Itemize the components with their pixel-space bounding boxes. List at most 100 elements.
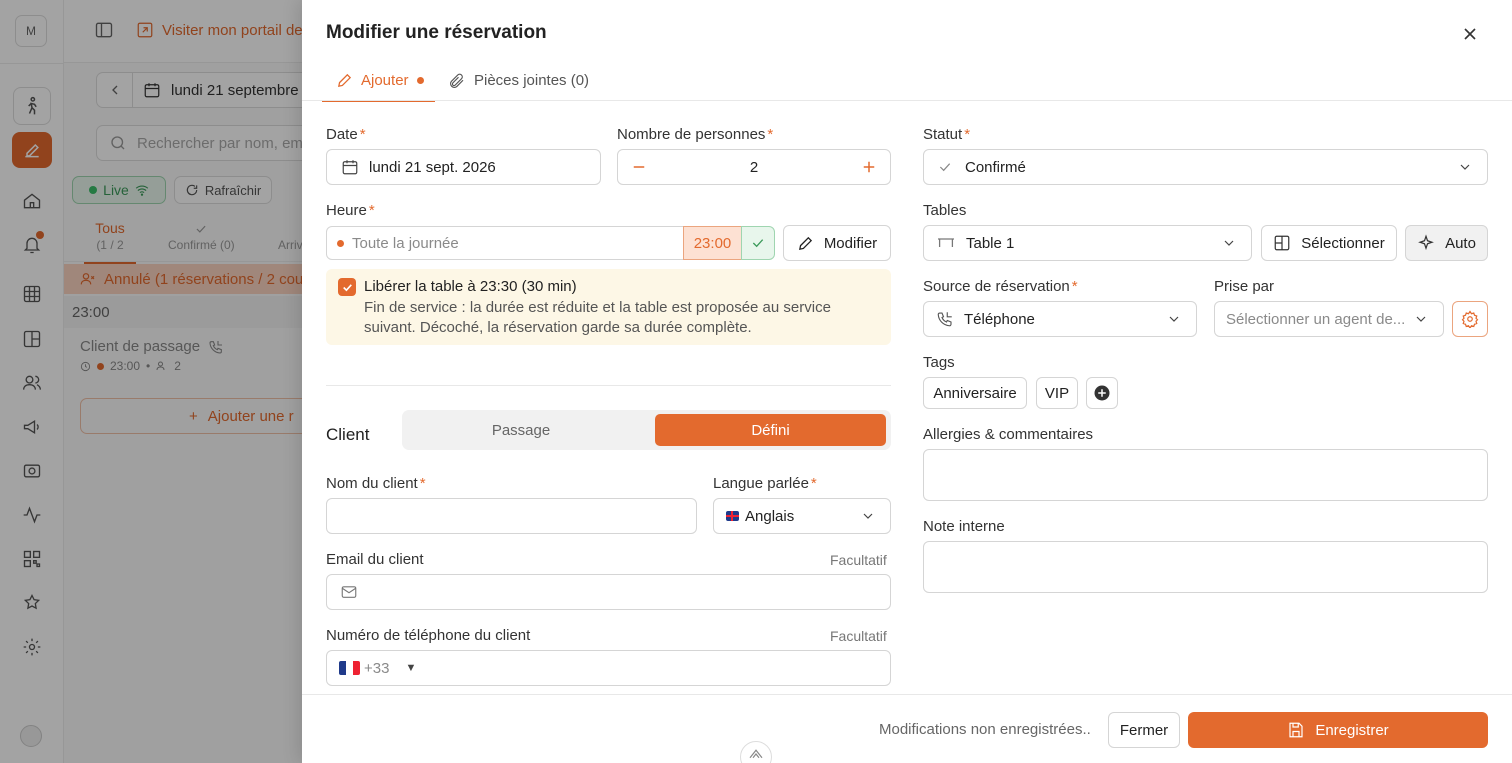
plus-circle-icon (1094, 385, 1110, 401)
client-name-input[interactable] (326, 498, 697, 534)
chevron-down-icon (1416, 316, 1426, 322)
all-day-label: Toute la journée (352, 234, 459, 252)
pencil-icon (798, 236, 812, 250)
source-select[interactable]: Téléphone (923, 301, 1197, 337)
phone-field[interactable]: +33 ▼ (326, 650, 891, 686)
agent-select[interactable]: Sélectionner un agent de... (1214, 301, 1444, 337)
date-value: lundi 21 sept. 2026 (369, 158, 496, 176)
tab-add-label: Ajouter (361, 72, 409, 89)
tag-anniversaire[interactable]: Anniversaire (923, 377, 1027, 409)
layout-grid-icon (1274, 235, 1290, 251)
check-icon (752, 239, 764, 248)
check-icon (939, 163, 951, 172)
chevron-down-icon (1169, 316, 1179, 322)
agent-settings-button[interactable] (1452, 301, 1488, 337)
status-label: Statut * (923, 126, 971, 143)
modify-label: Modifier (823, 234, 878, 252)
save-icon (1289, 722, 1303, 738)
quantity-stepper: 2 (617, 149, 891, 185)
unsaved-dot (416, 77, 424, 84)
save-label: Enregistrer (1315, 721, 1389, 739)
email-label: Email du client (326, 551, 424, 568)
phone-optional-hint: Facultatif (830, 628, 887, 644)
tab-attachments[interactable]: Pièces jointes (0) (448, 60, 589, 101)
uk-flag-icon (726, 511, 739, 521)
modify-time-button[interactable]: Modifier (783, 225, 891, 261)
client-name-label: Nom du client * (326, 475, 426, 492)
chevron-down-icon (1460, 164, 1470, 170)
release-table-description: Fin de service : la durée est réduite et… (364, 299, 831, 336)
close-icon (1464, 28, 1476, 40)
mail-icon (341, 586, 357, 598)
email-optional-hint: Facultatif (830, 552, 887, 568)
hour-label: Heure * (326, 202, 375, 219)
scroll-handle[interactable] (740, 741, 772, 763)
language-value: Anglais (745, 507, 795, 525)
tags-label: Tags (923, 354, 955, 371)
close-dialog-button[interactable] (1460, 24, 1480, 44)
table-icon (938, 238, 954, 247)
time-chip[interactable]: 23:00 (683, 226, 742, 260)
date-label: Date * (326, 126, 366, 143)
plus-icon (863, 161, 875, 173)
chevrons-up-icon (749, 749, 763, 759)
status-select[interactable]: Confirmé (923, 149, 1488, 185)
table-select[interactable]: Table 1 (923, 225, 1252, 261)
tab-attachments-label: Pièces jointes (0) (474, 72, 590, 89)
close-button[interactable]: Fermer (1108, 712, 1180, 748)
internal-note-label: Note interne (923, 518, 1005, 535)
select-tables-label: Sélectionner (1301, 234, 1385, 252)
paperclip-icon (450, 73, 464, 88)
taken-by-label: Prise par (1214, 278, 1275, 295)
dial-code: +33 (364, 659, 390, 677)
dialog-tabs: Ajouter Pièces jointes (0) (322, 60, 620, 102)
pencil-icon (338, 73, 352, 87)
guests-label: Nombre de personnes * (617, 126, 774, 143)
minus-icon (633, 166, 645, 168)
increment-button[interactable] (848, 158, 890, 176)
auto-assign-button[interactable]: Auto (1405, 225, 1488, 261)
agent-placeholder: Sélectionner un agent de... (1226, 310, 1406, 328)
allergies-textarea[interactable] (923, 449, 1488, 501)
confirm-time-button[interactable] (741, 226, 775, 260)
france-flag-icon (339, 661, 360, 675)
language-label: Langue parlée * (713, 475, 817, 492)
status-value: Confirmé (965, 158, 1026, 176)
decrement-button[interactable] (618, 158, 660, 176)
source-value: Téléphone (964, 310, 1035, 328)
client-option-defined[interactable]: Défini (655, 414, 886, 446)
gear-icon (1461, 310, 1479, 328)
tabs-divider (302, 100, 1512, 101)
status-dot (337, 239, 344, 247)
date-picker[interactable]: lundi 21 sept. 2026 (326, 149, 601, 185)
client-type-toggle: Passage Défini (402, 410, 891, 450)
client-option-passage[interactable]: Passage (406, 414, 636, 446)
select-tables-button[interactable]: Sélectionner (1261, 225, 1397, 261)
save-button[interactable]: Enregistrer (1188, 712, 1488, 748)
tab-add[interactable]: Ajouter (322, 60, 435, 102)
release-table-title: Libérer la table à 23:30 (30 min) (364, 278, 577, 295)
source-label: Source de réservation * (923, 278, 1078, 295)
chevron-down-icon (1224, 240, 1234, 246)
chevron-down-icon (863, 513, 873, 519)
client-label: Client (326, 425, 370, 444)
dialog-footer: Modifications non enregistrées.. Fermer … (302, 694, 1512, 763)
internal-note-textarea[interactable] (923, 541, 1488, 593)
add-tag-button[interactable] (1086, 377, 1118, 409)
section-divider (326, 385, 891, 386)
sparkles-icon (1418, 234, 1434, 251)
calendar-icon (342, 160, 358, 175)
guests-value[interactable]: 2 (660, 159, 848, 176)
language-select[interactable]: Anglais (713, 498, 891, 534)
phone-label: Numéro de téléphone du client (326, 627, 531, 644)
phone-incoming-icon (937, 312, 952, 327)
tag-vip[interactable]: VIP (1036, 377, 1078, 409)
release-table-checkbox[interactable] (338, 278, 356, 296)
email-field[interactable] (326, 574, 891, 610)
release-table-notice: Libérer la table à 23:30 (30 min) Fin de… (326, 269, 891, 345)
unsaved-changes-text: Modifications non enregistrées.. (879, 721, 1091, 738)
edit-reservation-dialog: Modifier une réservation Ajouter Pièces … (302, 0, 1512, 763)
all-day-option[interactable]: Toute la journée (326, 226, 684, 260)
caret-down-icon[interactable]: ▼ (405, 662, 416, 674)
auto-assign-label: Auto (1445, 234, 1476, 252)
